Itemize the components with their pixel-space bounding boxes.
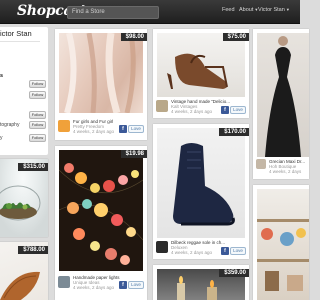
product-info: Dilbeck reggae sole in ch... Deluxen 4 w…	[171, 240, 225, 255]
shop-avatar[interactable]	[58, 120, 70, 132]
facebook-share-icon[interactable]: f	[221, 106, 229, 114]
follow-button[interactable]: Follow	[29, 91, 46, 99]
facebook-share-icon[interactable]: f	[221, 247, 229, 255]
product-card[interactable]: $788.00	[0, 242, 48, 300]
paper-lights-illustration	[59, 163, 143, 265]
product-card[interactable]: $359.00	[153, 265, 249, 300]
sidebar-user-name: ictor Stan	[0, 29, 32, 38]
follow-button[interactable]: Follow	[29, 134, 46, 142]
facebook-share-icon[interactable]: f	[119, 281, 127, 289]
posted-time: 4 weeks, 2 days ago	[73, 285, 115, 290]
top-navigation-bar: Shopcastr Find a Store Feed About▼ Victo…	[0, 0, 300, 24]
nav-feed-link[interactable]: Feed	[222, 7, 235, 13]
product-info: Fur girls and Fur girl Pretty Freedom 4 …	[73, 119, 114, 134]
product-photo[interactable]	[59, 33, 143, 113]
shop-avatar[interactable]	[156, 100, 168, 112]
nav-user-menu[interactable]: Victor Stan▼	[258, 7, 290, 13]
sidebar-follow-row: tography Follow	[0, 121, 46, 130]
price-tag: $98.00	[120, 33, 147, 41]
posted-time: 4 weeks, 2 days ago	[73, 129, 115, 134]
product-card[interactable]: $315.00	[0, 159, 48, 237]
sidebar-follow-row: y Follow	[0, 134, 46, 143]
sidebar-row-label: tography	[0, 122, 20, 128]
sandals-illustration	[167, 53, 228, 89]
price-tag: $75.00	[222, 33, 249, 41]
price-tag: $788.00	[18, 246, 48, 254]
product-card[interactable]: $170.00 Dilbeck reggae sole in ch... Del…	[153, 124, 249, 259]
product-info: Grecian Maxi Dr... Hoh Boutique 4 weeks,…	[269, 159, 305, 174]
product-photo[interactable]	[157, 33, 245, 97]
product-photo[interactable]	[257, 189, 309, 300]
product-card[interactable]	[253, 185, 309, 300]
posted-time: 4 weeks, 2 days ago	[171, 250, 213, 255]
sidebar-follow-row: Follow	[0, 91, 46, 100]
fur-coat-illustration	[64, 33, 136, 113]
product-photo[interactable]	[257, 33, 309, 157]
love-button[interactable]: Love	[230, 247, 246, 255]
follow-button[interactable]: Follow	[29, 121, 46, 129]
product-info: Handmade paper lights Unique Ideas 4 wee…	[73, 275, 120, 290]
boot-illustration	[173, 143, 235, 226]
sidebar-row-label: y	[0, 135, 3, 141]
price-tag: $19.98	[120, 150, 147, 158]
shop-avatar[interactable]	[256, 159, 266, 169]
price-tag: $170.00	[219, 128, 249, 136]
sidebar-divider	[0, 41, 40, 42]
maxi-dress-illustration	[265, 36, 301, 157]
follow-button[interactable]: Follow	[29, 80, 46, 88]
user-sidebar: ictor Stan s Follow Follow Follow tograp…	[0, 27, 48, 155]
product-card[interactable]: $19.98 Handmade paper lights Unique Idea…	[55, 146, 147, 300]
nav-user-label: Victor Stan	[258, 7, 285, 13]
product-photo[interactable]	[59, 150, 143, 271]
posted-time: 4 weeks, 2 days	[269, 169, 302, 174]
product-photo[interactable]	[157, 128, 245, 238]
love-button[interactable]: Love	[128, 125, 144, 133]
shop-avatar[interactable]	[58, 276, 70, 288]
shop-avatar[interactable]	[156, 241, 168, 253]
product-card[interactable]: $75.00 Vintage hand made "Delicio... Kal…	[153, 29, 249, 118]
product-card[interactable]: Grecian Maxi Dr... Hoh Boutique 4 weeks,…	[253, 29, 309, 179]
price-tag: $315.00	[18, 163, 48, 171]
facebook-share-icon[interactable]: f	[119, 125, 127, 133]
love-button[interactable]: Love	[230, 106, 246, 114]
follow-button[interactable]: Follow	[29, 111, 46, 119]
shop-interior-illustration	[257, 219, 309, 291]
love-button[interactable]: Love	[128, 281, 144, 289]
sidebar-section-heading: s	[0, 73, 4, 79]
nav-about-label: About	[239, 7, 254, 13]
sidebar-follow-row: Follow	[0, 111, 46, 120]
price-tag: $359.00	[219, 269, 249, 277]
store-search-input[interactable]: Find a Store	[67, 6, 159, 19]
product-card[interactable]: $98.00 Fur girls and Fur girl Pretty Fre…	[55, 29, 147, 140]
nav-about-link[interactable]: About▼	[239, 7, 258, 13]
chevron-down-icon: ▼	[285, 7, 290, 12]
sidebar-follow-row: Follow	[0, 80, 46, 89]
